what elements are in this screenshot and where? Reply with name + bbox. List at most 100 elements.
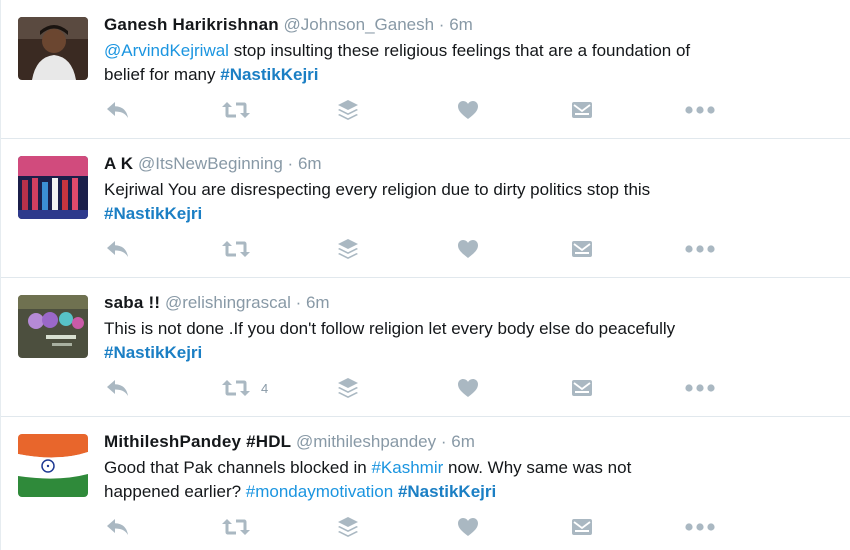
tweet-text-segment: happened earlier? xyxy=(104,482,246,501)
like-icon xyxy=(458,379,478,397)
reply-icon xyxy=(107,380,128,396)
dm-button[interactable] xyxy=(571,98,593,122)
separator-dot: · xyxy=(438,15,450,34)
tweet-time[interactable]: 6m xyxy=(298,154,322,173)
tweet-feed: Ganesh Harikrishnan @Johnson_Ganesh · 6m… xyxy=(0,0,850,550)
like-button[interactable] xyxy=(457,376,479,400)
layers-button[interactable] xyxy=(337,98,359,122)
hashtag-link[interactable]: #NastikKejri xyxy=(104,204,202,223)
tweet-text-segment: belief for many xyxy=(104,65,221,84)
dm-icon xyxy=(572,241,592,257)
tweet-actions xyxy=(101,98,741,122)
dm-button[interactable] xyxy=(571,376,593,400)
tweet-text-line: Good that Pak channels blocked in #Kashm… xyxy=(104,456,834,480)
tweet-text-line: #NastikKejri xyxy=(104,341,834,365)
retweet-button[interactable] xyxy=(221,515,251,539)
tweet-time[interactable]: 6m xyxy=(451,432,475,451)
tweet-text-segment: Kejriwal You are disrespecting every rel… xyxy=(104,180,651,199)
avatar[interactable] xyxy=(18,434,88,497)
layers-icon xyxy=(338,100,358,120)
tweet-actions: 4 xyxy=(101,376,741,400)
author-handle[interactable]: @mithileshpandey xyxy=(296,432,441,451)
retweet-icon xyxy=(222,102,250,118)
retweet-button[interactable]: 4 xyxy=(221,376,268,400)
tweet-text-line: belief for many #NastikKejri xyxy=(104,63,834,87)
layers-icon xyxy=(338,517,358,537)
tweet-text-segment: now. Why same was not xyxy=(443,458,632,477)
tweet-header: MithileshPandey #HDL @mithileshpandey · … xyxy=(104,431,475,453)
more-icon xyxy=(685,523,715,531)
more-button[interactable] xyxy=(685,376,715,400)
tweet-text-line: happened earlier? #mondaymotivation #Nas… xyxy=(104,480,834,504)
tweet-header: A K @ItsNewBeginning · 6m xyxy=(104,153,322,175)
tweet-header: saba !! @relishingrascal · 6m xyxy=(104,292,330,314)
dm-icon xyxy=(572,102,592,118)
more-icon xyxy=(685,384,715,392)
separator-dot: · xyxy=(295,293,306,312)
avatar[interactable] xyxy=(18,17,88,80)
tweet-time[interactable]: 6m xyxy=(449,15,473,34)
more-icon xyxy=(685,245,715,253)
avatar-image xyxy=(18,17,88,80)
more-icon xyxy=(685,106,715,114)
retweet-button[interactable] xyxy=(221,98,251,122)
like-icon xyxy=(458,240,478,258)
more-button[interactable] xyxy=(685,515,715,539)
hashtag-link[interactable]: #Kashmir xyxy=(371,458,443,477)
like-button[interactable] xyxy=(457,515,479,539)
more-button[interactable] xyxy=(685,98,715,122)
tweet-text-segment: Good that Pak channels blocked in xyxy=(104,458,372,477)
author-name[interactable]: MithileshPandey #HDL xyxy=(104,432,291,451)
like-button[interactable] xyxy=(457,237,479,261)
layers-button[interactable] xyxy=(337,237,359,261)
reply-button[interactable] xyxy=(106,98,130,122)
dm-icon xyxy=(572,519,592,535)
author-name[interactable]: saba !! xyxy=(104,293,160,312)
more-button[interactable] xyxy=(685,237,715,261)
dm-icon xyxy=(572,380,592,396)
reply-icon xyxy=(107,519,128,535)
retweet-count: 4 xyxy=(261,380,269,396)
tweet-header: Ganesh Harikrishnan @Johnson_Ganesh · 6m xyxy=(104,14,473,36)
layers-icon xyxy=(338,378,358,398)
retweet-button[interactable] xyxy=(221,237,251,261)
tweet[interactable]: saba !! @relishingrascal · 6m This is no… xyxy=(1,278,850,417)
reply-button[interactable] xyxy=(106,376,130,400)
avatar-image xyxy=(18,156,88,219)
tweet-text-line: #NastikKejri xyxy=(104,202,834,226)
layers-button[interactable] xyxy=(337,515,359,539)
avatar[interactable] xyxy=(18,295,88,358)
tweet[interactable]: MithileshPandey #HDL @mithileshpandey · … xyxy=(1,417,850,550)
dm-button[interactable] xyxy=(571,237,593,261)
author-handle[interactable]: @ItsNewBeginning xyxy=(138,154,288,173)
hashtag-link[interactable]: #NastikKejri xyxy=(220,65,318,84)
avatar[interactable] xyxy=(18,156,88,219)
mention-link[interactable]: @ArvindKejriwal xyxy=(104,41,229,60)
avatar-image xyxy=(18,434,88,497)
tweet-text-line: @ArvindKejriwal stop insulting these rel… xyxy=(104,39,834,63)
author-name[interactable]: Ganesh Harikrishnan xyxy=(104,15,279,34)
reply-button[interactable] xyxy=(106,515,130,539)
avatar-image xyxy=(18,295,88,358)
hashtag-link[interactable]: #NastikKejri xyxy=(104,343,202,362)
hashtag-link[interactable]: #mondaymotivation xyxy=(246,482,393,501)
author-handle[interactable]: @Johnson_Ganesh xyxy=(284,15,439,34)
like-icon xyxy=(458,518,478,536)
tweet-time[interactable]: 6m xyxy=(306,293,330,312)
author-handle[interactable]: @relishingrascal xyxy=(165,293,296,312)
reply-icon xyxy=(107,241,128,257)
tweet-text-line: Kejriwal You are disrespecting every rel… xyxy=(104,178,834,202)
hashtag-link[interactable]: #NastikKejri xyxy=(398,482,496,501)
layers-button[interactable] xyxy=(337,376,359,400)
retweet-icon xyxy=(222,519,250,535)
tweet[interactable]: A K @ItsNewBeginning · 6m Kejriwal You a… xyxy=(1,139,850,278)
reply-button[interactable] xyxy=(106,237,130,261)
author-name[interactable]: A K xyxy=(104,154,133,173)
tweet-text-segment: This is not done .If you don't follow re… xyxy=(104,319,676,338)
like-button[interactable] xyxy=(457,98,479,122)
layers-icon xyxy=(338,239,358,259)
separator-dot: · xyxy=(287,154,298,173)
reply-icon xyxy=(107,102,128,118)
tweet[interactable]: Ganesh Harikrishnan @Johnson_Ganesh · 6m… xyxy=(1,0,850,139)
dm-button[interactable] xyxy=(571,515,593,539)
